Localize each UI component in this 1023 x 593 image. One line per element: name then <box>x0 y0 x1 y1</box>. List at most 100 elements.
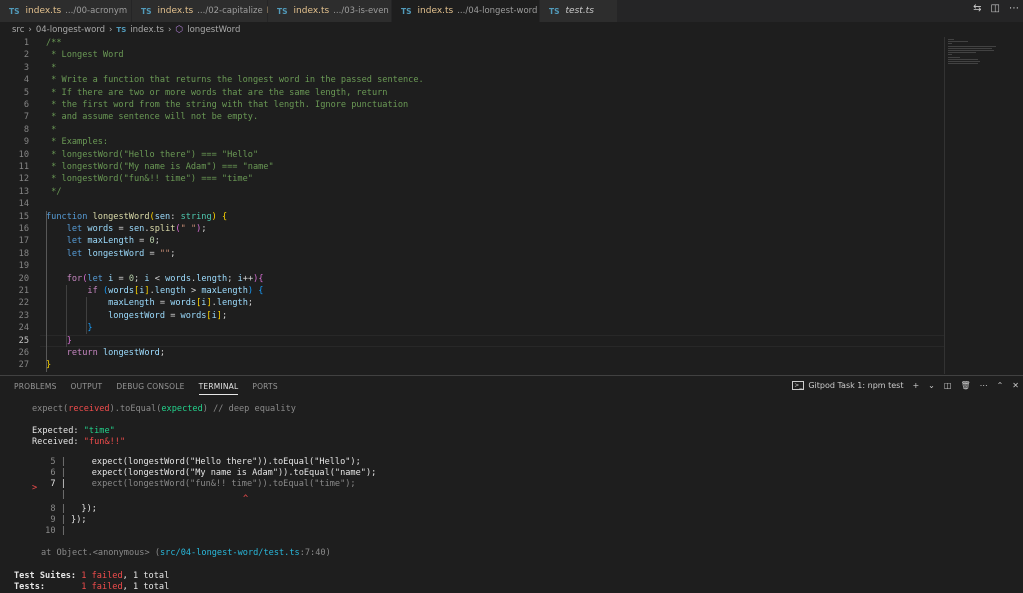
close-icon[interactable]: ✕ <box>1012 381 1019 390</box>
tab-problems[interactable]: PROBLEMS <box>14 382 57 395</box>
test-suites-summary: Test Suites: 1 failed, 1 total <box>14 571 169 582</box>
snippet-line-number: 9 | <box>40 515 72 525</box>
tab-03-is-even[interactable]: TS index.ts .../03-is-even M <box>268 0 400 22</box>
breadcrumb-folder[interactable]: 04-longest-word <box>36 25 105 35</box>
code-line[interactable]: 18 let longestWord = ""; <box>0 248 944 260</box>
typescript-icon: TS <box>277 6 288 16</box>
snippet-line-number: 10 | <box>40 526 72 536</box>
line-number: 18 <box>18 248 29 259</box>
summary-failed: 1 failed <box>81 582 123 592</box>
more-actions-icon[interactable]: ⋯ <box>1009 3 1019 14</box>
code-line[interactable]: 7 * and assume sentence will not be empt… <box>0 111 944 123</box>
code-line[interactable]: 17 let maxLength = 0; <box>0 235 944 247</box>
code-text: * Longest Word <box>46 50 124 61</box>
line-number: 13 <box>18 186 29 197</box>
code-line[interactable]: 20 for(let i = 0; i < words.length; i++)… <box>0 273 944 285</box>
more-actions-icon[interactable]: ⋯ <box>980 381 988 390</box>
hint-text: ).toEqual( <box>109 404 162 414</box>
line-number: 22 <box>18 298 29 309</box>
code-line[interactable]: 1 /** <box>0 37 944 49</box>
code-line[interactable]: 11 * longestWord("My name is Adam") === … <box>0 161 944 173</box>
snippet-code: }); <box>71 504 97 514</box>
code-line[interactable]: 12 * longestWord("fun&!! time") === "tim… <box>0 173 944 185</box>
summary-label: Test Suites: <box>14 571 82 581</box>
code-line[interactable]: 14 <box>0 198 944 210</box>
tab-02-capitalize[interactable]: TS index.ts .../02-capitalize M <box>132 0 274 22</box>
chevron-right-icon: › <box>28 24 32 35</box>
code-line[interactable]: 13 */ <box>0 186 944 198</box>
code-text: * Write a function that returns the long… <box>46 75 424 86</box>
snippet-line: 8 | }); <box>40 504 97 515</box>
tab-output[interactable]: OUTPUT <box>71 382 103 395</box>
open-changes-icon[interactable]: ⇆ <box>973 3 981 14</box>
code-line[interactable]: 6 * the first word from the string with … <box>0 99 944 111</box>
expected-label: Expected: <box>32 426 84 436</box>
tab-00-acronym[interactable]: TS index.ts .../00-acronym M <box>0 0 139 22</box>
code-line[interactable]: 3 * <box>0 62 944 74</box>
code-line[interactable]: 25 } <box>0 335 944 347</box>
code-line[interactable]: 2 * Longest Word <box>0 49 944 61</box>
minimap[interactable] <box>948 39 998 79</box>
line-number: 20 <box>18 273 29 284</box>
error-marker: > <box>32 483 37 494</box>
chevron-down-icon[interactable]: ⌄ <box>928 381 935 390</box>
tab-path: .../00-acronym <box>65 6 128 16</box>
breadcrumb-file[interactable]: index.ts <box>130 25 164 35</box>
breadcrumb-symbol[interactable]: longestWord <box>187 25 240 35</box>
tab-filename: index.ts <box>25 6 62 16</box>
snippet-code: expect(longestWord("My name is Adam")).t… <box>71 468 377 478</box>
code-line[interactable]: 8 * <box>0 124 944 136</box>
panel-tabs: PROBLEMS OUTPUT DEBUG CONSOLE TERMINAL P… <box>14 382 278 395</box>
line-number: 10 <box>18 149 29 160</box>
snippet-code: }); <box>71 515 87 525</box>
code-line[interactable]: 22 maxLength = words[i].length; <box>0 297 944 309</box>
line-number: 27 <box>18 360 29 371</box>
tab-debug-console[interactable]: DEBUG CONSOLE <box>116 382 184 395</box>
hint-text: expect( <box>32 404 69 414</box>
new-terminal-icon[interactable]: + <box>912 381 919 390</box>
summary-label: Tests: <box>14 582 82 592</box>
code-line[interactable]: 10 * longestWord("Hello there") === "Hel… <box>0 149 944 161</box>
terminal-selector[interactable]: >_ Gitpod Task 1: npm test <box>792 381 903 390</box>
code-line[interactable]: 23 longestWord = words[i]; <box>0 310 944 322</box>
code-editor[interactable]: 1/** 2 * Longest Word 3 * 4 * Write a funct… <box>0 37 1023 374</box>
terminal-name: Gitpod Task 1: npm test <box>808 381 904 390</box>
tab-filename: index.ts <box>293 6 330 16</box>
tab-04-longest-word[interactable]: TS index.ts .../04-longest-word M ✕ <box>392 0 564 22</box>
split-editor-icon[interactable]: ◫ <box>991 3 1000 14</box>
code-line[interactable]: 26 return longestWord; <box>0 347 944 359</box>
stack-trace-line: at Object.<anonymous> (src/04-longest-wo… <box>41 548 331 559</box>
snippet-line-number: 8 | <box>40 504 72 514</box>
tab-terminal[interactable]: TERMINAL <box>198 382 239 395</box>
split-terminal-icon[interactable]: ◫ <box>944 381 952 390</box>
code-line[interactable]: 5 * If there are two or more words that … <box>0 87 944 99</box>
editor-scrollbar[interactable] <box>944 37 945 374</box>
code-line[interactable]: 27} <box>0 359 944 371</box>
code-line[interactable]: 9 * Examples: <box>0 136 944 148</box>
snippet-line: 5 | expect(longestWord("Hello there")).t… <box>40 457 361 468</box>
code-text: if (words[i].length > maxLength) { <box>87 286 264 296</box>
code-text: let words = sen.split(" "); <box>66 224 207 234</box>
tab-path: .../02-capitalize <box>197 6 263 16</box>
code-line[interactable]: 4 * Write a function that returns the lo… <box>0 74 944 86</box>
maximize-panel-icon[interactable]: ⌃ <box>997 381 1004 390</box>
tab-ports[interactable]: PORTS <box>252 382 277 395</box>
stack-path[interactable]: src/04-longest-word/test.ts <box>160 548 300 558</box>
code-line[interactable]: 24 } <box>0 322 944 334</box>
code-line[interactable]: 16 let words = sen.split(" "); <box>0 223 944 235</box>
line-number: 15 <box>18 211 29 222</box>
tab-path: .../04-longest-word <box>457 6 538 16</box>
snippet-line: 10 | <box>40 526 71 537</box>
tab-test-ts[interactable]: TS test.ts <box>540 0 618 22</box>
line-number: 21 <box>18 286 29 296</box>
code-text: let maxLength = 0; <box>66 236 160 247</box>
caret-marker: ^ <box>243 494 249 504</box>
code-line[interactable]: 19 <box>0 260 944 272</box>
editor-tab-bar: TS index.ts .../00-acronym M TS index.ts… <box>0 0 1023 22</box>
code-line[interactable]: 15 function longestWord(sen: string) { <box>0 211 944 223</box>
breadcrumb-src[interactable]: src <box>12 25 24 35</box>
snippet-line-number: 7 | <box>40 479 72 489</box>
snippet-code: expect(longestWord("Hello there")).toEqu… <box>71 457 361 467</box>
trash-icon[interactable]: 🗑 <box>960 381 970 390</box>
code-line[interactable]: 21 if (words[i].length > maxLength) { <box>0 285 944 297</box>
